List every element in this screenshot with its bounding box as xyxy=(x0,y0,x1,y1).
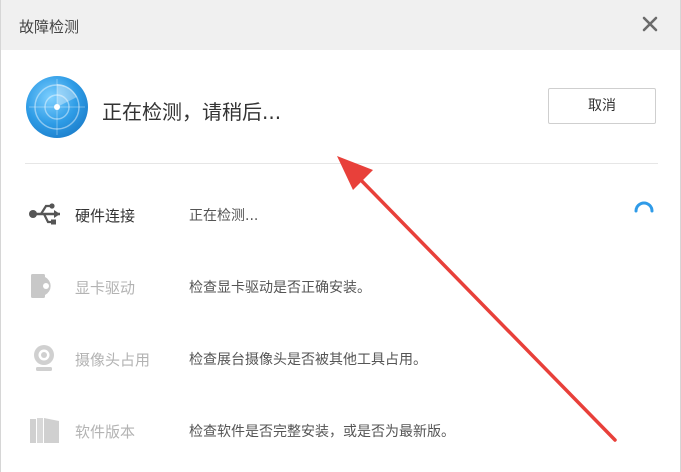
check-description: 检查显卡驱动是否正确安装。 xyxy=(189,280,371,296)
detection-status-text: 正在检测，请稍后... xyxy=(102,100,282,124)
check-description: 检查软件是否完整安装，或是否为最新版。 xyxy=(189,424,455,440)
divider xyxy=(25,163,658,164)
title-bar: 故障检测 xyxy=(1,0,680,50)
check-label: 硬件连接 xyxy=(75,207,136,225)
check-label: 软件版本 xyxy=(75,423,136,441)
check-label: 显卡驱动 xyxy=(75,279,136,297)
check-row-camera: 摄像头占用 检查展台摄像头是否被其他工具占用。 xyxy=(1,338,680,378)
check-row-hardware: 硬件连接 正在检测... xyxy=(1,194,680,234)
annotation-arrow xyxy=(337,156,617,442)
window-title: 故障检测 xyxy=(19,18,80,36)
loading-spinner-icon xyxy=(633,199,655,221)
display-card-icon xyxy=(27,271,63,301)
check-label: 摄像头占用 xyxy=(75,351,151,369)
radar-icon xyxy=(25,75,89,139)
check-description: 检查展台摄像头是否被其他工具占用。 xyxy=(189,352,427,368)
check-row-software-version: 软件版本 检查软件是否完整安装，或是否为最新版。 xyxy=(1,410,680,450)
software-book-icon xyxy=(27,415,63,445)
check-row-graphics-driver: 显卡驱动 检查显卡驱动是否正确安装。 xyxy=(1,266,680,306)
cancel-button[interactable]: 取消 xyxy=(548,88,656,124)
close-icon[interactable] xyxy=(638,12,662,36)
webcam-icon xyxy=(27,343,63,373)
usb-icon xyxy=(27,199,63,229)
check-description: 正在检测... xyxy=(189,208,259,224)
fault-detection-dialog: 故障检测 正在检测，请稍后... 取消 硬件连接 正在检测... 显卡驱动 检查… xyxy=(0,0,681,472)
